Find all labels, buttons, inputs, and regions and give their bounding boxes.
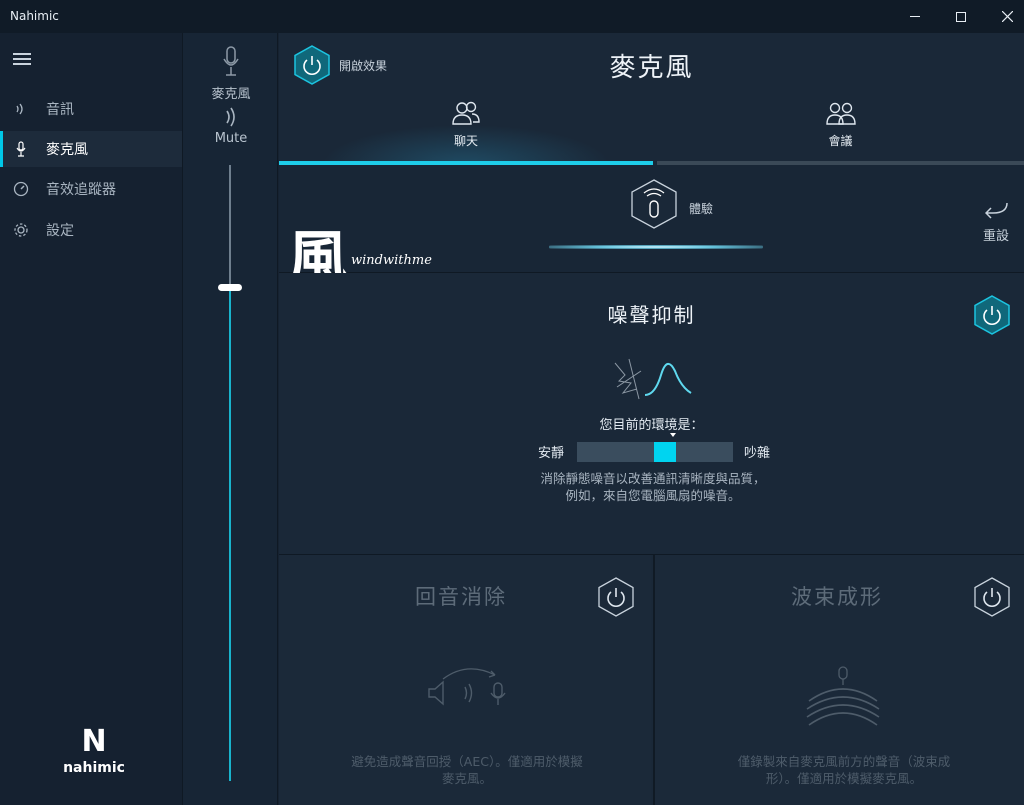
tab-meeting[interactable]: 會議 (657, 95, 1024, 165)
reset-button[interactable]: 重設 (983, 225, 1009, 244)
noise-suppression-description: 消除靜態噪音以改善通訊清晰度與品質，例如，來自您電腦風扇的噪音。 (540, 471, 766, 503)
loud-label: 吵雜 (744, 446, 771, 461)
sidebar-item-settings[interactable]: 設定 (0, 212, 182, 248)
gear-icon (12, 221, 30, 239)
sidebar-item-label: 設定 (46, 223, 74, 239)
noise-suppression-section: 噪聲抑制 您目前的環境是： 安靜 吵雜 消除靜態噪音以改善通訊清晰度與品質，例如… (279, 273, 1024, 555)
main-panel: 開啟效果 麥克風 聊天 會議 體驗 重設 風 windwithme 噪聲抑制 您… (279, 33, 1024, 805)
microphone-icon (12, 140, 30, 158)
sidebar-item-audio[interactable]: 音訊 (0, 91, 182, 127)
echo-cancellation-title: 回音消除 (415, 585, 507, 609)
mute-label[interactable]: Mute (183, 131, 279, 146)
tracker-icon (12, 180, 30, 198)
sidebar-item-label: 音效追蹤器 (46, 182, 116, 198)
microphone-icon (223, 46, 239, 76)
volume-track[interactable] (229, 165, 231, 287)
speaker-icon (12, 100, 30, 118)
sound-waves-icon[interactable] (221, 105, 241, 129)
volume-slider-thumb[interactable] (218, 284, 242, 291)
noise-suppression-toggle[interactable] (973, 295, 1011, 335)
noise-suppression-title: 噪聲抑制 (607, 303, 696, 327)
environment-marker (670, 433, 676, 437)
logo-text: nahimic (63, 760, 125, 776)
experience-glow (549, 245, 763, 249)
experience-label: 體驗 (689, 202, 714, 216)
minimize-icon (910, 16, 920, 17)
echo-icon (428, 668, 506, 706)
environment-level-indicator (654, 442, 676, 462)
quiet-label: 安靜 (538, 446, 565, 461)
volume-panel: 麥克風 Mute (182, 33, 278, 805)
page-title: 麥克風 (609, 53, 694, 83)
group-icon (825, 102, 856, 125)
echo-cancellation-section: 回音消除 避免造成聲音回授（AEC）。僅適用於模擬麥克風。 (279, 555, 651, 805)
maximize-icon (956, 11, 966, 22)
volume-device-label: 麥克風 (211, 87, 251, 102)
volume-track-filled[interactable] (229, 287, 231, 781)
minimize-button[interactable] (892, 0, 938, 33)
echo-cancellation-description: 避免造成聲音回授（AEC）。僅適用於模擬麥克風。 (351, 754, 583, 786)
reset-icon[interactable] (985, 201, 1009, 221)
beamforming-icon (806, 666, 880, 726)
environment-label: 您目前的環境是： (599, 418, 704, 433)
nahimic-logo: N nahimic (54, 724, 134, 777)
experience-button[interactable] (631, 179, 677, 229)
logo-mark: N (81, 724, 107, 759)
power-icon (974, 577, 1010, 617)
close-button[interactable] (984, 0, 1024, 33)
sidebar-item-sound-tracker[interactable]: 音效追蹤器 (0, 171, 182, 207)
tab-label: 聊天 (453, 134, 478, 148)
beamforming-toggle[interactable] (973, 577, 1011, 617)
title-bar: Nahimic (0, 0, 1024, 33)
beamforming-title: 波束成形 (791, 585, 883, 609)
sidebar-item-microphone[interactable]: 麥克風 (0, 131, 182, 167)
sidebar: 音訊 麥克風 音效追蹤器 設定 N nahimic (0, 33, 182, 805)
users-icon (452, 101, 480, 125)
beamforming-description: 僅錄製來自麥克風前方的聲音（波束成形）。僅適用於模擬麥克風。 (737, 754, 951, 786)
hamburger-menu-icon[interactable] (13, 53, 31, 65)
power-icon (598, 577, 634, 617)
sidebar-item-label: 麥克風 (46, 142, 88, 158)
maximize-button[interactable] (938, 0, 984, 33)
noise-wave-icon (614, 358, 692, 400)
app-title: Nahimic (10, 9, 59, 23)
watermark-text: windwithme (351, 253, 432, 268)
tab-chat[interactable]: 聊天 (279, 95, 653, 165)
experience-icon (631, 179, 677, 229)
environment-level-bar (577, 442, 733, 462)
close-icon (1001, 11, 1013, 22)
power-icon (974, 295, 1010, 335)
tab-label: 會議 (828, 134, 853, 148)
echo-cancellation-toggle[interactable] (597, 577, 635, 617)
beamforming-section: 波束成形 僅錄製來自麥克風前方的聲音（波束成形）。僅適用於模擬麥克風。 (655, 555, 1024, 805)
sidebar-item-label: 音訊 (46, 102, 74, 118)
